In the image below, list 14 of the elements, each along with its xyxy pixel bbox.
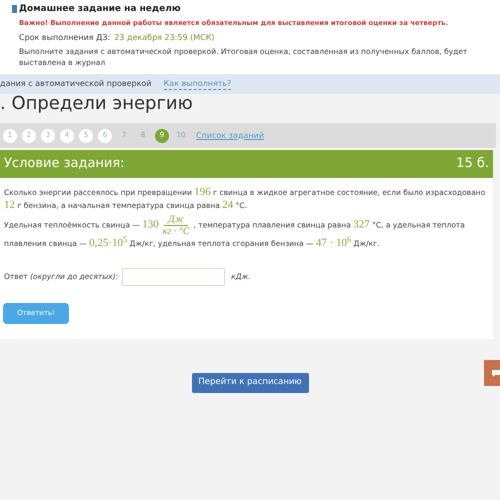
how-to-link[interactable]: Как выполнять? (164, 78, 232, 90)
task-title: . Определи энергию (0, 94, 193, 114)
deadline-date: 23 декабря 23:59 (МСК) (114, 32, 215, 43)
info-text: дания с автоматической проверкой (0, 78, 152, 90)
bookmark-icon (12, 5, 17, 13)
points: 15 б. (456, 155, 489, 174)
task-list-link[interactable]: Список заданий (196, 130, 264, 142)
notice-title: Домашнее задание на неделю (19, 4, 182, 15)
deadline-label: Срок выполнения ДЗ: (19, 32, 110, 43)
header-title: Условие задания: (4, 155, 125, 174)
answer-field[interactable] (122, 268, 226, 286)
chat-icon (492, 368, 500, 377)
schedule-button[interactable]: Перейти к расписанию (192, 372, 308, 393)
chat-tab[interactable] (484, 360, 500, 386)
